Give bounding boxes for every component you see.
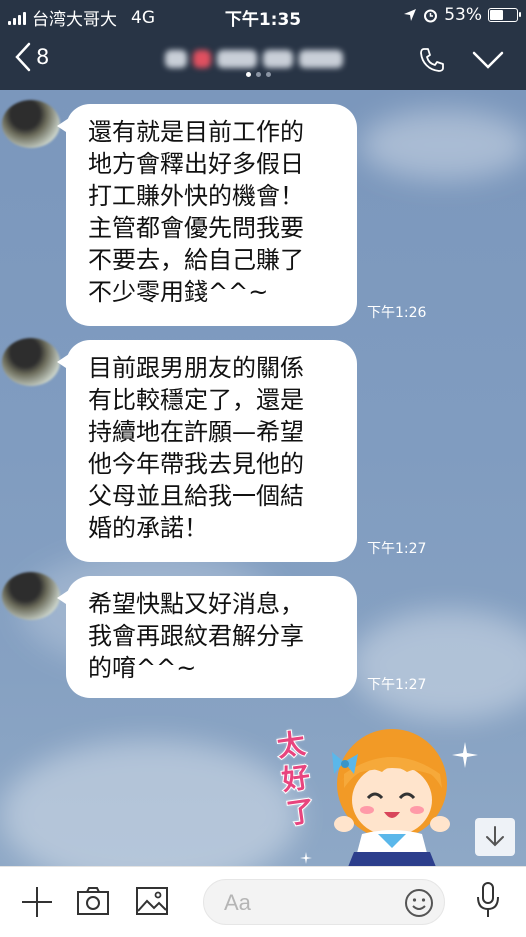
battery-percent: 53% bbox=[444, 5, 482, 25]
chat-area[interactable]: 還有就是目前工作的 地方會釋出好多假日 打工賺外快的機會！ 主管都會優先問我要 … bbox=[0, 90, 526, 866]
scroll-to-bottom-button[interactable] bbox=[475, 818, 515, 856]
message-time: 下午1:27 bbox=[367, 677, 427, 693]
image-icon bbox=[136, 887, 168, 915]
message-bubble[interactable]: 希望快點又好消息， 我會再跟紋君解分享 的唷^^~ bbox=[57, 576, 357, 698]
battery-icon bbox=[488, 8, 521, 22]
battery-fill bbox=[490, 10, 503, 20]
message-bubble[interactable]: 目前跟男朋友的關係 有比較穩定了，還是 持續地在許願—希望 他今年帶我去見他的 … bbox=[57, 340, 357, 562]
add-button[interactable] bbox=[20, 885, 54, 923]
chat-header: 8 bbox=[0, 32, 526, 90]
camera-button[interactable] bbox=[76, 885, 110, 921]
message-input[interactable] bbox=[222, 888, 406, 918]
chat-title-blurred bbox=[165, 46, 355, 72]
chevron-left-icon bbox=[15, 42, 31, 72]
sender-avatar[interactable] bbox=[2, 572, 60, 620]
back-button[interactable]: 8 bbox=[14, 42, 49, 72]
phone-icon bbox=[420, 48, 444, 72]
cloud-decoration bbox=[350, 610, 526, 720]
status-right: 53% bbox=[403, 5, 521, 25]
message-time: 下午1:27 bbox=[367, 541, 427, 557]
sparkle-icon bbox=[452, 742, 478, 768]
sender-avatar[interactable] bbox=[2, 100, 60, 148]
smiley-icon bbox=[405, 889, 433, 917]
voice-button[interactable] bbox=[474, 881, 502, 923]
alarm-icon bbox=[424, 9, 438, 22]
message-time: 下午1:26 bbox=[367, 305, 427, 321]
page-dots bbox=[246, 72, 271, 77]
input-bar bbox=[0, 866, 526, 937]
cloud-decoration bbox=[360, 110, 526, 180]
arrow-down-icon bbox=[486, 826, 504, 847]
plus-icon bbox=[22, 887, 52, 917]
camera-icon bbox=[77, 887, 109, 915]
photo-button[interactable] bbox=[135, 885, 169, 921]
menu-button[interactable] bbox=[472, 50, 504, 74]
cloud-decoration bbox=[0, 740, 300, 866]
location-arrow-icon bbox=[404, 9, 417, 21]
unread-count: 8 bbox=[36, 45, 50, 69]
microphone-icon bbox=[477, 882, 499, 917]
status-bar: 台湾大哥大 4G 下午1:35 53% bbox=[0, 0, 526, 32]
message-input-container[interactable] bbox=[203, 879, 445, 925]
message-bubble[interactable]: 還有就是目前工作的 地方會釋出好多假日 打工賺外快的機會！ 主管都會優先問我要 … bbox=[57, 104, 357, 326]
sparkle-icon bbox=[300, 852, 312, 864]
sender-avatar[interactable] bbox=[2, 338, 60, 386]
chevron-down-icon bbox=[472, 51, 504, 69]
call-button[interactable] bbox=[418, 46, 446, 78]
sticker[interactable]: 太好了 bbox=[274, 722, 462, 866]
emoji-button[interactable] bbox=[404, 888, 434, 922]
